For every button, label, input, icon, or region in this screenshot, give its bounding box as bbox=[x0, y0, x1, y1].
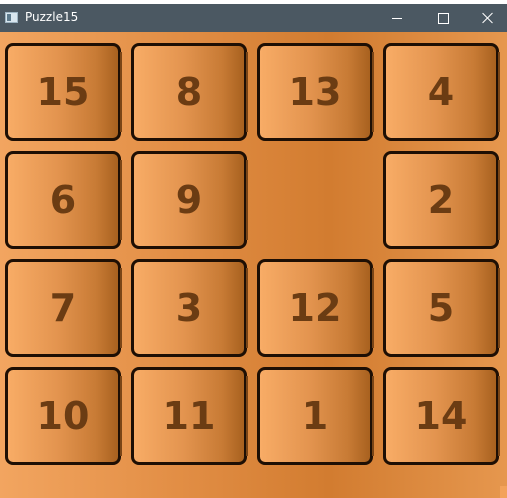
puzzle-tile[interactable]: 12 bbox=[257, 259, 374, 357]
tile-number: 7 bbox=[49, 286, 77, 330]
tile-number: 2 bbox=[427, 178, 455, 222]
puzzle-tile[interactable]: 8 bbox=[131, 43, 248, 141]
window-title: Puzzle15 bbox=[25, 10, 79, 24]
title-bar[interactable]: Puzzle15 bbox=[0, 4, 507, 32]
puzzle-tile[interactable]: 7 bbox=[5, 259, 122, 357]
app-window-icon bbox=[5, 12, 18, 23]
minimize-icon bbox=[392, 17, 402, 19]
maximize-icon bbox=[437, 12, 449, 24]
app-window: Puzzle15 15 8 13 4 6 9 2 7 3 12 5 10 11 1 14 bbox=[0, 4, 507, 498]
puzzle-tile[interactable]: 13 bbox=[257, 43, 374, 141]
maximize-button[interactable] bbox=[420, 4, 466, 32]
puzzle-tile[interactable]: 2 bbox=[383, 151, 500, 249]
tile-number: 1 bbox=[301, 394, 329, 438]
puzzle-tile[interactable]: 3 bbox=[131, 259, 248, 357]
close-icon bbox=[482, 12, 494, 24]
puzzle-tile[interactable]: 4 bbox=[383, 43, 500, 141]
puzzle-tile[interactable]: 15 bbox=[5, 43, 122, 141]
tile-number: 8 bbox=[175, 70, 203, 114]
puzzle-tile[interactable]: 5 bbox=[383, 259, 500, 357]
tile-number: 15 bbox=[36, 70, 90, 114]
empty-slot bbox=[257, 151, 373, 249]
puzzle-tile[interactable]: 1 bbox=[257, 367, 374, 465]
tile-number: 14 bbox=[414, 394, 468, 438]
tile-number: 12 bbox=[288, 286, 342, 330]
puzzle-tile[interactable]: 11 bbox=[131, 367, 248, 465]
resize-grip[interactable] bbox=[500, 486, 507, 498]
tile-number: 9 bbox=[175, 178, 203, 222]
close-button[interactable] bbox=[465, 4, 507, 32]
puzzle-tile[interactable]: 6 bbox=[5, 151, 122, 249]
tile-number: 3 bbox=[175, 286, 203, 330]
puzzle-tile[interactable]: 10 bbox=[5, 367, 122, 465]
tile-number: 6 bbox=[49, 178, 77, 222]
tile-number: 13 bbox=[288, 70, 342, 114]
minimize-button[interactable] bbox=[374, 4, 420, 32]
tile-number: 11 bbox=[162, 394, 216, 438]
puzzle-board: 15 8 13 4 6 9 2 7 3 12 5 10 11 1 14 bbox=[0, 32, 507, 498]
puzzle-tile[interactable]: 14 bbox=[383, 367, 500, 465]
tile-number: 10 bbox=[36, 394, 90, 438]
tile-number: 4 bbox=[427, 70, 455, 114]
puzzle-tile[interactable]: 9 bbox=[131, 151, 248, 249]
tile-number: 5 bbox=[427, 286, 455, 330]
